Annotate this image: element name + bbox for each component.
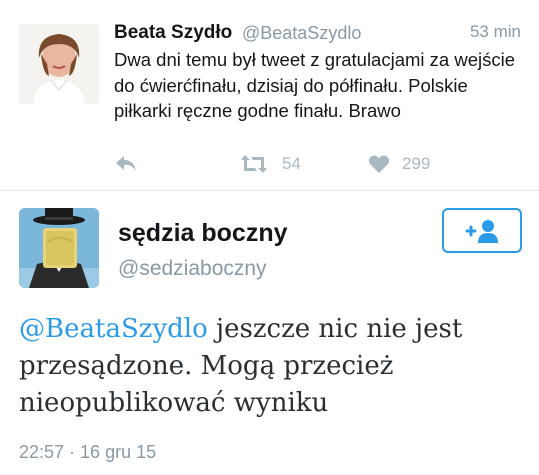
- avatar-portrait-image: [19, 24, 99, 104]
- author-handle[interactable]: @BeataSzydlo: [242, 23, 361, 44]
- author-avatar[interactable]: [19, 24, 99, 104]
- author-name[interactable]: Beata Szydło: [114, 22, 232, 44]
- add-user-icon: [465, 219, 498, 243]
- tweet-time: 53 min: [469, 22, 521, 41]
- author-avatar[interactable]: [19, 208, 99, 288]
- heart-icon: [368, 155, 390, 173]
- retweet-count: 54: [282, 154, 301, 173]
- tweet-text: Dwa dni temu był tweet z gratulacjami za…: [114, 49, 515, 121]
- avatar-magritte-image: [19, 208, 99, 288]
- like-count: 299: [402, 154, 431, 173]
- author-name[interactable]: sędzia boczny: [118, 219, 288, 248]
- quoted-tweet[interactable]: Beata Szydło @BeataSzydlo 53 min Dwa dni…: [0, 0, 539, 190]
- reply-icon: [116, 156, 136, 171]
- tweet-actions: 54 299: [114, 150, 514, 178]
- reply-button[interactable]: [114, 150, 138, 178]
- tweet-text: @BeataSzydlo jeszcze nic nie jest przesą…: [19, 311, 524, 422]
- retweet-button[interactable]: 54: [240, 150, 301, 178]
- like-button[interactable]: 299: [368, 150, 430, 178]
- main-tweet: sędzia boczny @sedziaboczny @BeataSzydlo…: [0, 191, 539, 475]
- mention-link[interactable]: @BeataSzydlo: [19, 314, 208, 344]
- follow-button[interactable]: [442, 208, 522, 253]
- retweet-icon: [241, 155, 267, 173]
- author-handle[interactable]: @sedziaboczny: [118, 257, 267, 281]
- tweet-timestamp[interactable]: 22:57 · 16 gru 15: [19, 442, 156, 463]
